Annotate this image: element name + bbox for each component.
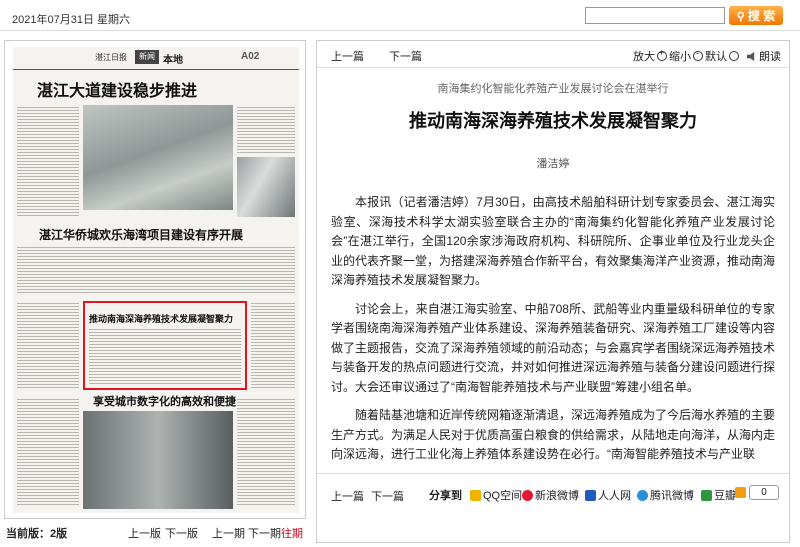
share-qq-label: QQ空间	[483, 490, 523, 502]
news-photo-hall[interactable]	[83, 411, 233, 509]
prev-page-link[interactable]: 上一版	[128, 525, 161, 541]
douban-icon	[701, 490, 712, 501]
article-paragraph: 讨论会上，来自湛江海实验室、中船708所、武船等业内重量级科研单位的专家学者围绕…	[331, 301, 776, 394]
current-edition: 当前版：2版	[6, 525, 67, 541]
bottom-prev-article-link[interactable]: 上一篇	[331, 488, 364, 504]
prev-issue-link[interactable]: 上一期	[212, 525, 245, 541]
default-size-button[interactable]: 默认	[705, 48, 739, 64]
current-date: 2021年07月31日 星期六	[12, 14, 130, 26]
article-text-block[interactable]	[237, 105, 295, 153]
share-tencent-button[interactable]: 腾讯微博	[637, 487, 694, 503]
article-title: 推动南海深海养殖技术发展凝智聚力	[409, 111, 697, 131]
next-issue-link[interactable]: 下一期	[248, 525, 281, 541]
article-link-headline-2[interactable]: 湛江华侨城欢乐海湾项目建设有序开展	[39, 226, 243, 243]
article-text-block[interactable]	[17, 105, 79, 217]
next-page-link[interactable]: 下一版	[165, 525, 198, 541]
zoom-in-button[interactable]: 放大	[633, 48, 667, 64]
share-qq-button[interactable]: QQ空间	[470, 487, 522, 503]
qq-zone-icon	[470, 490, 481, 501]
article-content[interactable]: 南海集约化智能化养殖产业发展讨论会在湛举行 推动南海深海养殖技术发展凝智聚力 潘…	[317, 67, 789, 473]
article-text-block	[89, 327, 241, 385]
article-link-headline-3[interactable]: 享受城市数字化的高效和便捷	[93, 393, 236, 409]
article-text-block[interactable]	[251, 301, 295, 389]
bottom-next-article-link[interactable]: 下一篇	[371, 488, 404, 504]
newspaper-page-panel: 湛江日报 新闻 本地 A02 湛江大道建设稳步推进 湛江华侨城欢乐海湾项目建设有…	[4, 40, 306, 519]
news-photo-interchange[interactable]	[83, 105, 233, 210]
article-author: 潘洁婷	[536, 158, 570, 170]
search-input[interactable]	[585, 7, 725, 24]
tencent-weibo-icon	[637, 490, 648, 501]
article-kicker: 南海集约化智能化养殖产业发展讨论会在湛举行	[437, 83, 669, 95]
zoom-in-icon	[657, 48, 667, 61]
current-edition-label: 当前版：	[6, 528, 50, 540]
share-renren-button[interactable]: 人人网	[585, 487, 631, 503]
top-bar: 2021年07月31日 星期六 ⚲ 搜 索	[0, 0, 800, 31]
sina-weibo-icon	[522, 490, 533, 501]
article-paragraph: 本报讯（记者潘洁婷）7月30日，由高技术船舶科研计划专家委员会、湛江海实验室、深…	[331, 195, 776, 287]
renren-icon	[585, 490, 596, 501]
share-douban-label: 豆瓣	[714, 490, 736, 502]
zoom-in-label: 放大	[633, 51, 655, 63]
article-text-block[interactable]	[17, 397, 79, 507]
default-size-label: 默认	[705, 51, 727, 63]
share-sina-label: 新浪微博	[535, 490, 579, 502]
read-aloud-button[interactable]: 朗读	[747, 48, 781, 64]
article-paragraph: 随着陆基池塘和近岸传统网箱逐渐清退，深远海养殖成为了今后海水养殖的主要生产方式。…	[331, 408, 776, 461]
article-text-block[interactable]	[17, 245, 295, 295]
search-button[interactable]: ⚲ 搜 索	[729, 6, 783, 25]
selected-article-area[interactable]: 推动南海深海养殖技术发展凝智聚力	[83, 301, 247, 390]
newspaper-page-image: 湛江日报 新闻 本地 A02 湛江大道建设稳步推进 湛江华侨城欢乐海湾项目建设有…	[13, 47, 299, 513]
page-number: A02	[241, 51, 260, 62]
share-label: 分享到	[429, 490, 462, 502]
share-renren-label: 人人网	[598, 490, 631, 502]
article-text-block[interactable]	[237, 397, 295, 507]
page-masthead: 湛江日报 新闻 本地 A02	[13, 47, 299, 70]
current-edition-value: 2版	[50, 528, 68, 540]
zoom-out-label: 缩小	[669, 51, 691, 63]
share-more-button[interactable]	[735, 487, 748, 499]
search-icon: ⚲	[736, 11, 745, 23]
article-body: 本报讯（记者潘洁婷）7月30日，由高技术船舶科研计划专家委员会、湛江海实验室、深…	[331, 193, 775, 473]
default-size-icon	[729, 51, 739, 61]
section-tag: 新闻	[135, 50, 159, 64]
share-sina-button[interactable]: 新浪微博	[522, 487, 579, 503]
share-bar: 上一篇 下一篇 分享到 QQ空间 新浪微博 人人网 腾讯微博 豆瓣 0	[317, 473, 789, 542]
masthead-logo: 湛江日报	[95, 53, 127, 62]
zoom-out-button[interactable]: 缩小	[669, 48, 703, 64]
selected-article-headline: 推动南海深海养殖技术发展凝智聚力	[89, 314, 234, 324]
share-count: 0	[749, 485, 779, 500]
article-text-block[interactable]	[17, 301, 79, 389]
next-article-link[interactable]: 下一篇	[389, 48, 422, 64]
speaker-icon	[747, 52, 755, 61]
section-name: 本地	[163, 55, 183, 66]
zoom-out-icon	[693, 48, 703, 61]
article-panel: 上一篇 下一篇 放大 缩小 默认 朗读 南海集约化智能化养殖产业发展讨论会在湛举…	[316, 40, 790, 543]
article-link-headline-1[interactable]: 湛江大道建设稳步推进	[37, 77, 197, 101]
share-douban-button[interactable]: 豆瓣	[701, 487, 736, 503]
article-toolbar: 上一篇 下一篇 放大 缩小 默认 朗读	[317, 41, 789, 68]
past-issues-link[interactable]: 往期	[281, 525, 303, 541]
news-photo-people[interactable]	[237, 157, 295, 217]
read-aloud-label: 朗读	[759, 51, 781, 63]
plus-icon	[735, 487, 746, 498]
prev-article-link[interactable]: 上一篇	[331, 48, 364, 64]
share-tencent-label: 腾讯微博	[650, 490, 694, 502]
search-button-label: 搜 索	[747, 9, 776, 23]
